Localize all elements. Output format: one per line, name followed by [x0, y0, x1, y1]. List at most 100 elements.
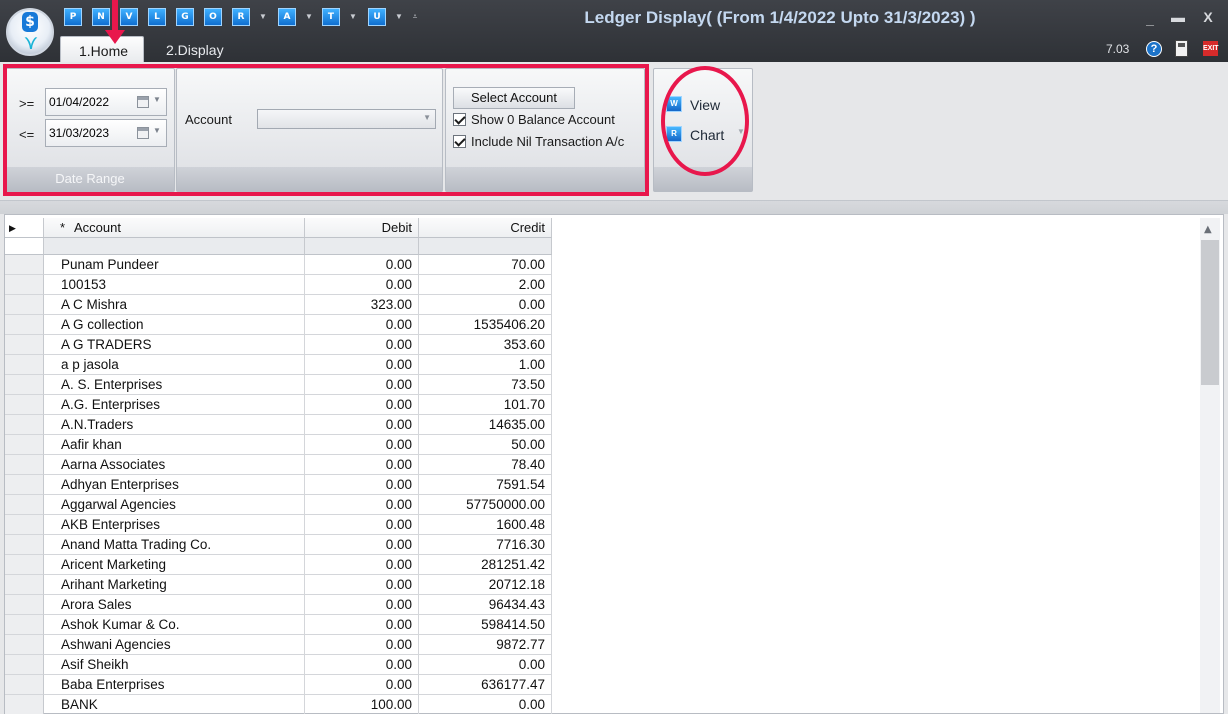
table-row[interactable]: A C Mishra 323.00 0.00 — [5, 295, 552, 315]
tab-display[interactable]: 2.Display — [148, 36, 242, 62]
table-row[interactable]: Aafir khan 0.00 50.00 — [5, 435, 552, 455]
maximize-icon[interactable]: ▬ — [1168, 8, 1188, 26]
row-selector-cell[interactable] — [5, 335, 44, 355]
column-header-credit[interactable]: Credit — [419, 218, 552, 238]
table-row[interactable]: Arora Sales 0.00 96434.43 — [5, 595, 552, 615]
table-row[interactable]: A.N.Traders 0.00 14635.00 — [5, 415, 552, 435]
table-row[interactable]: A G TRADERS 0.00 353.60 — [5, 335, 552, 355]
filter-cell-selector — [5, 238, 44, 255]
account-cell: Punam Pundeer — [44, 255, 305, 275]
quick-n-button[interactable]: N — [92, 8, 110, 26]
include-nil-transaction-checkbox[interactable] — [453, 135, 466, 148]
row-selector-cell[interactable] — [5, 515, 44, 535]
splitter-bar[interactable] — [0, 200, 1228, 214]
filter-cell-account[interactable] — [44, 238, 305, 255]
from-date-picker[interactable]: ▼ — [45, 88, 167, 116]
table-row[interactable]: A.G. Enterprises 0.00 101.70 — [5, 395, 552, 415]
table-row[interactable]: A. S. Enterprises 0.00 73.50 — [5, 375, 552, 395]
quick-u-button[interactable]: U — [368, 8, 386, 26]
column-header-account[interactable]: * Account — [44, 218, 305, 238]
row-selector-cell[interactable] — [5, 575, 44, 595]
row-selector-cell[interactable] — [5, 315, 44, 335]
quick-t-button[interactable]: T — [322, 8, 340, 26]
table-row[interactable]: Ashok Kumar & Co. 0.00 598414.50 — [5, 615, 552, 635]
scroll-thumb[interactable] — [1201, 240, 1219, 385]
quick-p-button[interactable]: P — [64, 8, 82, 26]
from-date-input[interactable] — [48, 93, 134, 111]
table-row[interactable]: BANK 100.00 0.00 — [5, 695, 552, 714]
exit-icon[interactable]: EXIT — [1203, 41, 1219, 56]
quick-o-button[interactable]: O — [204, 8, 222, 26]
quick-a-dropdown-icon[interactable]: ▼ — [304, 10, 314, 24]
quick-r-dropdown-icon[interactable]: ▼ — [258, 10, 268, 24]
table-row[interactable]: Anand Matta Trading Co. 0.00 7716.30 — [5, 535, 552, 555]
table-row[interactable]: a p jasola 0.00 1.00 — [5, 355, 552, 375]
column-header-debit[interactable]: Debit — [305, 218, 419, 238]
chevron-down-icon[interactable]: ▼ — [737, 127, 745, 136]
quick-r-button[interactable]: R — [232, 8, 250, 26]
row-selector-cell[interactable] — [5, 655, 44, 675]
table-row[interactable]: AKB Enterprises 0.00 1600.48 — [5, 515, 552, 535]
row-selector-cell[interactable] — [5, 435, 44, 455]
row-selector-cell[interactable] — [5, 675, 44, 695]
row-selector-cell[interactable] — [5, 355, 44, 375]
table-row[interactable]: Aricent Marketing 0.00 281251.42 — [5, 555, 552, 575]
row-selector-cell[interactable] — [5, 635, 44, 655]
from-date-label: >= — [19, 96, 35, 111]
help-icon[interactable]: ? — [1146, 41, 1162, 57]
chevron-down-icon[interactable]: ▼ — [153, 95, 161, 104]
quick-a-button[interactable]: A — [278, 8, 296, 26]
to-date-input[interactable] — [48, 124, 134, 142]
to-date-picker[interactable]: ▼ — [45, 119, 167, 147]
table-row[interactable]: Aarna Associates 0.00 78.40 — [5, 455, 552, 475]
customize-toolbar-icon[interactable]: ⩡ — [410, 10, 420, 24]
row-selector-cell[interactable] — [5, 475, 44, 495]
table-row[interactable]: 100153 0.00 2.00 — [5, 275, 552, 295]
row-selector-cell[interactable] — [5, 375, 44, 395]
tab-home[interactable]: 1.Home — [60, 36, 144, 62]
quick-t-dropdown-icon[interactable]: ▼ — [348, 10, 358, 24]
row-selector-cell[interactable] — [5, 255, 44, 275]
close-icon[interactable]: X — [1198, 8, 1218, 26]
row-selector-cell[interactable] — [5, 395, 44, 415]
row-selector-cell[interactable] — [5, 455, 44, 475]
row-selector-cell[interactable] — [5, 535, 44, 555]
chevron-down-icon[interactable]: ▼ — [153, 126, 161, 135]
quick-u-dropdown-icon[interactable]: ▼ — [394, 10, 404, 24]
filter-cell-credit[interactable] — [419, 238, 552, 255]
row-selector-cell[interactable] — [5, 555, 44, 575]
table-row[interactable]: Aggarwal Agencies 0.00 57750000.00 — [5, 495, 552, 515]
quick-v-button[interactable]: V — [120, 8, 138, 26]
row-selector-cell[interactable] — [5, 275, 44, 295]
table-row[interactable]: Adhyan Enterprises 0.00 7591.54 — [5, 475, 552, 495]
calculator-icon[interactable] — [1175, 40, 1188, 57]
account-label: Account — [185, 112, 232, 127]
quick-g-button[interactable]: G — [176, 8, 194, 26]
table-row[interactable]: Punam Pundeer 0.00 70.00 — [5, 255, 552, 275]
table-row[interactable]: Baba Enterprises 0.00 636177.47 — [5, 675, 552, 695]
row-selector-cell[interactable] — [5, 295, 44, 315]
row-selector-cell[interactable] — [5, 595, 44, 615]
account-select[interactable]: ▼ — [257, 109, 436, 129]
vertical-scrollbar[interactable]: ▲ — [1200, 218, 1220, 713]
row-selector-cell[interactable] — [5, 615, 44, 635]
calendar-icon[interactable] — [137, 127, 149, 139]
row-selector-cell[interactable] — [5, 695, 44, 714]
app-logo[interactable]: $ ⋎ — [6, 8, 54, 56]
filter-cell-debit[interactable] — [305, 238, 419, 255]
scroll-up-icon[interactable]: ▲ — [1204, 224, 1212, 235]
row-selector-cell[interactable] — [5, 495, 44, 515]
row-selector-cell[interactable] — [5, 415, 44, 435]
select-account-button[interactable]: Select Account — [453, 87, 575, 109]
calendar-icon[interactable] — [137, 96, 149, 108]
minimize-icon[interactable]: _ — [1140, 10, 1160, 28]
table-row[interactable]: A G collection 0.00 1535406.20 — [5, 315, 552, 335]
show-zero-balance-checkbox[interactable] — [453, 113, 466, 126]
table-row[interactable]: Ashwani Agencies 0.00 9872.77 — [5, 635, 552, 655]
table-row[interactable]: Arihant Marketing 0.00 20712.18 — [5, 575, 552, 595]
quick-l-button[interactable]: L — [148, 8, 166, 26]
account-cell: Aafir khan — [44, 435, 305, 455]
table-row[interactable]: Asif Sheikh 0.00 0.00 — [5, 655, 552, 675]
chart-icon: R — [666, 126, 682, 142]
chevron-down-icon[interactable]: ▼ — [423, 113, 431, 122]
